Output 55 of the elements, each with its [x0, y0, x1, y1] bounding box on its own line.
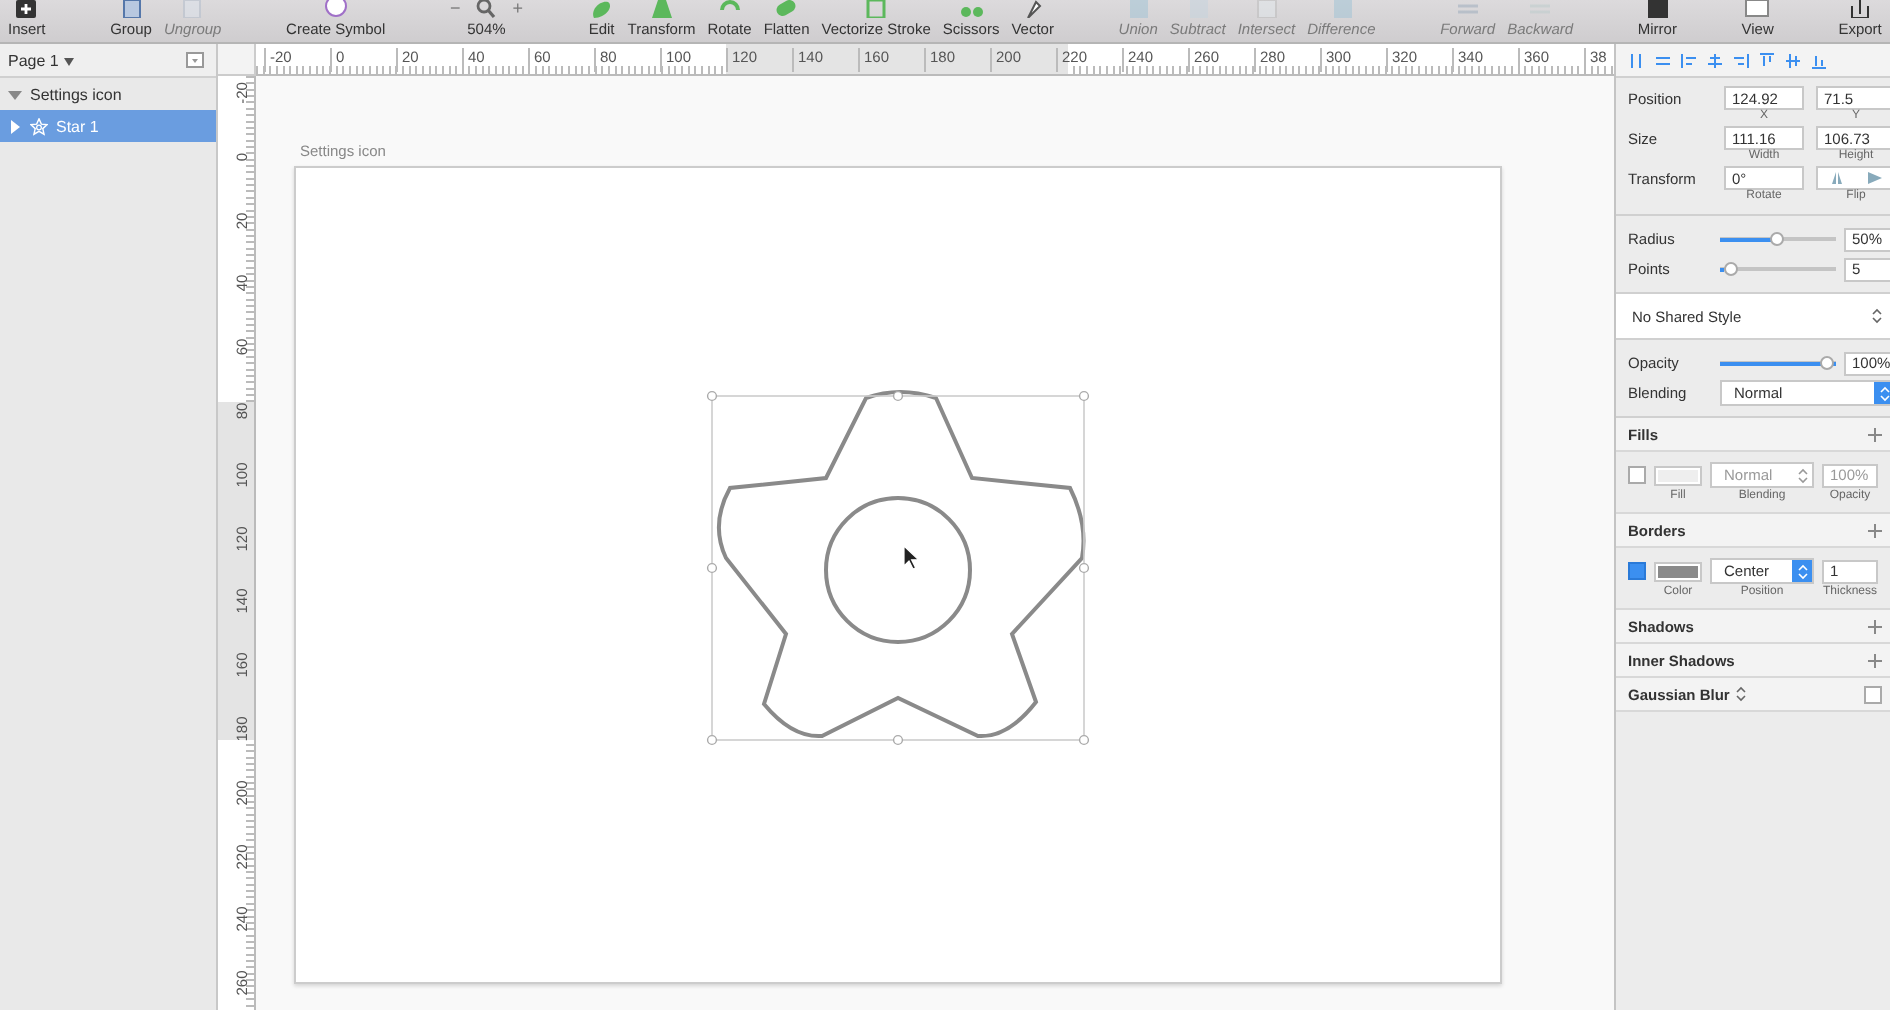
align-icon[interactable] — [1784, 51, 1802, 69]
forward-icon — [1453, 0, 1482, 18]
checkbox[interactable] — [1864, 685, 1882, 703]
slider-thumb[interactable] — [1723, 262, 1737, 276]
ungroup-icon — [178, 0, 207, 18]
vectorize-icon — [862, 0, 891, 18]
align-icon[interactable] — [1628, 51, 1646, 69]
layer-name: Star 1 — [56, 117, 99, 135]
page-selector[interactable]: Page 1 — [8, 51, 74, 69]
edit-icon — [587, 0, 616, 18]
chevron-icon — [1797, 467, 1807, 483]
align-icon[interactable] — [1810, 51, 1828, 69]
export-icon — [1846, 0, 1875, 18]
star-icon — [30, 117, 48, 135]
color-swatch[interactable] — [1654, 465, 1702, 485]
mirror-icon — [1643, 0, 1672, 18]
chevron-icon — [1735, 686, 1746, 702]
circle-shape[interactable] — [824, 496, 972, 644]
layer-row[interactable]: Settings icon — [0, 78, 216, 110]
disclosure-triangle-icon[interactable] — [8, 119, 22, 133]
plus-icon[interactable] — [1868, 523, 1882, 537]
flip-horizontal-icon — [1830, 172, 1844, 184]
group-icon — [117, 0, 145, 18]
align-icon[interactable] — [1706, 51, 1724, 69]
plus-icon[interactable] — [1868, 653, 1882, 667]
layer-name: Settings icon — [30, 85, 122, 103]
align-icon[interactable] — [1732, 51, 1750, 69]
plus-icon[interactable] — [1868, 427, 1882, 441]
chevron-icon — [1879, 385, 1889, 401]
intersect-icon — [1252, 0, 1281, 18]
plus-icon[interactable] — [1868, 619, 1882, 633]
color-swatch[interactable] — [1654, 561, 1702, 581]
align-icon[interactable] — [1758, 51, 1776, 69]
union-icon — [1124, 0, 1153, 18]
chevron-icon — [1872, 308, 1882, 324]
checkbox[interactable] — [1628, 466, 1646, 484]
flatten-icon — [772, 0, 801, 18]
chevron-icon — [1797, 563, 1807, 579]
insert-icon — [12, 0, 41, 18]
symbol-icon — [321, 0, 350, 18]
disclosure-triangle-icon[interactable] — [8, 87, 22, 101]
slider-track[interactable] — [1720, 262, 1836, 276]
transform-icon — [647, 0, 676, 18]
checkbox[interactable] — [1628, 562, 1646, 580]
align-icon[interactable] — [1680, 51, 1698, 69]
slider-thumb[interactable] — [1820, 356, 1834, 370]
cursor-icon — [903, 544, 921, 570]
caret-icon — [63, 57, 74, 65]
slider-track[interactable] — [1720, 356, 1836, 370]
view-icon — [1743, 0, 1772, 18]
align-icon[interactable] — [1654, 51, 1672, 69]
slider-thumb[interactable] — [1770, 232, 1784, 246]
magnifier-icon — [472, 0, 501, 17]
flip-arrow-icon — [1868, 172, 1882, 184]
panel-toggle-icon[interactable] — [186, 52, 204, 68]
